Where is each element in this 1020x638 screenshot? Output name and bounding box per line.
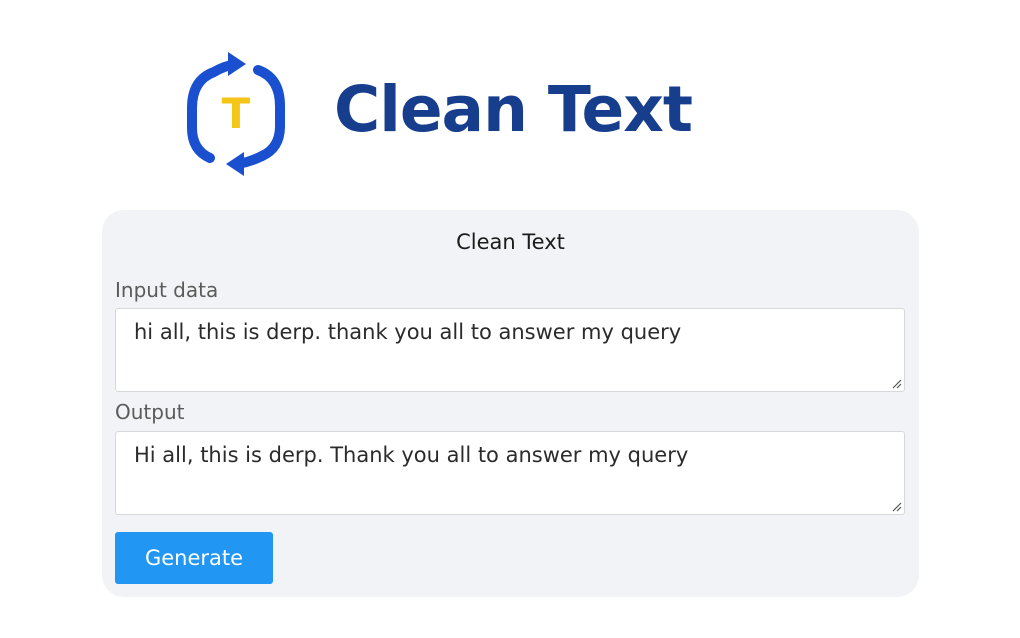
logo-letter: T bbox=[222, 89, 251, 138]
resize-handle-icon[interactable] bbox=[890, 377, 902, 389]
output-value: Hi all, this is derp. Thank you all to a… bbox=[134, 443, 689, 467]
resize-handle-icon[interactable] bbox=[890, 500, 902, 512]
output-label: Output bbox=[115, 400, 185, 424]
generate-button[interactable]: Generate bbox=[115, 532, 273, 584]
output-textarea[interactable]: Hi all, this is derp. Thank you all to a… bbox=[115, 431, 905, 515]
logo-title: Clean Text bbox=[334, 73, 693, 146]
input-data-value: hi all, this is derp. thank you all to a… bbox=[134, 320, 682, 344]
clean-text-card: Clean Text Input data hi all, this is de… bbox=[102, 210, 919, 597]
page: T Clean Text Clean Text Input data hi al… bbox=[0, 0, 1020, 638]
logo: T Clean Text bbox=[184, 50, 744, 180]
input-data-textarea[interactable]: hi all, this is derp. thank you all to a… bbox=[115, 308, 905, 392]
refresh-arrows-icon: T bbox=[187, 52, 285, 176]
card-title: Clean Text bbox=[456, 230, 565, 254]
input-data-label: Input data bbox=[115, 278, 219, 302]
